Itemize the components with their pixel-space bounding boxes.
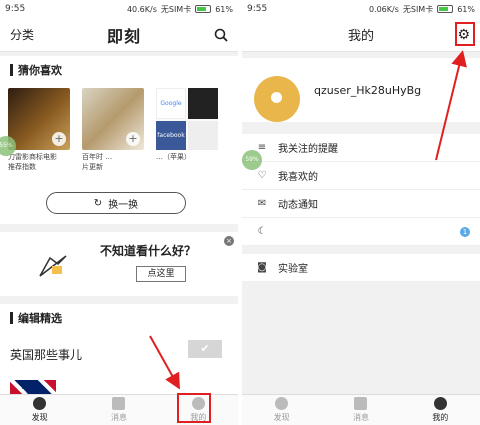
battery-icon (195, 5, 212, 13)
editor-heading: 编辑精选 (0, 304, 238, 332)
status-time: 9:55 (5, 4, 26, 14)
avatar[interactable] (254, 76, 300, 122)
subscribe-icon[interactable]: + (126, 132, 140, 146)
heart-icon: ♡ (257, 170, 267, 181)
floating-progress[interactable]: 59% (242, 150, 262, 170)
menu-list-2: ◙ 实验室 (242, 254, 480, 282)
app-logo: 即刻 (107, 26, 142, 46)
message-icon (112, 397, 126, 410)
menu-item-likes[interactable]: ♡ 我喜欢的 (242, 162, 480, 190)
refresh-icon: ↻ (93, 197, 103, 209)
robot-icon: ◙ (257, 262, 267, 273)
menu-list: ≡ 我关注的提醒 ♡ 我喜欢的 ✉ 动态通知 ☾ 1 (242, 134, 480, 246)
moon-icon: ☾ (257, 226, 267, 237)
person-icon (433, 397, 447, 410)
status-time: 9:55 (247, 4, 268, 14)
sim-status: 无SIM卡 (402, 4, 434, 14)
gear-icon[interactable]: ⚙ (457, 27, 470, 43)
status-bar: 9:55 0.06K/s 无SIM卡 61% (242, 0, 480, 18)
compass-icon (33, 397, 47, 410)
subscribe-icon[interactable]: + (52, 132, 66, 146)
editor-item-title: 英国那些事儿 (10, 348, 83, 362)
item-image: Google facebook (156, 88, 218, 150)
mail-icon: ✉ (257, 198, 267, 209)
count-badge: 1 (460, 226, 470, 237)
click-here-button[interactable]: 点这里 (136, 266, 186, 282)
guess-item[interactable]: + 刀雷影商标电影 推荐指数 (8, 88, 70, 172)
page-title: 我的 (347, 29, 374, 44)
apple-logo (188, 88, 218, 119)
category-button[interactable]: 分类 (10, 26, 34, 43)
tab-mine[interactable]: 我的 (401, 395, 480, 425)
check-icon[interactable]: ✔ (188, 340, 222, 358)
network-speed: 40.6K/s (126, 4, 157, 14)
guess-item[interactable]: Google facebook …（苹果） (156, 88, 218, 172)
menu-item-reminders[interactable]: ≡ 我关注的提醒 (242, 134, 480, 162)
tab-bar: 发现 消息 我的 (242, 394, 480, 425)
menu-item-lab[interactable]: ◙ 实验室 (242, 254, 480, 282)
recommend-banner: 不知道看什么好？ 点这里 × (0, 232, 238, 296)
uk-flag-image (10, 380, 56, 394)
chair-illustration-icon (39, 255, 67, 277)
status-bar: 9:55 40.6K/s 无SIM卡 61% (0, 0, 238, 18)
compass-icon (275, 397, 289, 410)
tab-discover[interactable]: 发现 (242, 395, 321, 425)
guess-section: + 刀雷影商标电影 推荐指数 + 百年时 … 片更新 Google facebo… (0, 84, 238, 224)
item-image: + (8, 88, 70, 150)
tab-mine-highlight (177, 393, 211, 423)
username: qzuser_Hk28uHyBg (314, 84, 422, 97)
sim-status: 无SIM卡 (160, 4, 192, 14)
message-icon (354, 397, 368, 410)
profile-card[interactable]: qzuser_Hk28uHyBg (242, 58, 480, 122)
tab-discover[interactable]: 发现 (0, 395, 79, 425)
banner-question: 不知道看什么好？ (100, 244, 197, 258)
top-bar: 我的 ⚙ (242, 18, 480, 52)
editor-item[interactable]: 英国那些事儿 ✔ (0, 332, 238, 394)
menu-item-notifications[interactable]: ✉ 动态通知 (242, 190, 480, 218)
top-bar: 分类 即刻 (0, 18, 238, 52)
guess-item[interactable]: + 百年时 … 片更新 (82, 88, 144, 172)
left-screen: 9:55 40.6K/s 无SIM卡 61% 分类 即刻 猜你喜欢 + 刀雷影商… (0, 0, 238, 425)
guess-heading: 猜你喜欢 (0, 56, 238, 84)
item-image: + (82, 88, 144, 150)
battery-icon (437, 5, 454, 13)
battery-level: 61% (457, 4, 475, 14)
tab-messages[interactable]: 消息 (321, 395, 400, 425)
battery-level: 61% (215, 4, 233, 14)
refresh-button[interactable]: ↻ 换一换 (46, 192, 186, 214)
right-screen: 9:55 0.06K/s 无SIM卡 61% 我的 ⚙ qzuser_Hk28u… (242, 0, 480, 425)
close-icon[interactable]: × (224, 236, 234, 246)
network-speed: 0.06K/s (368, 4, 399, 14)
menu-item-night[interactable]: ☾ 1 (242, 218, 480, 246)
search-icon[interactable] (214, 28, 228, 42)
tab-messages[interactable]: 消息 (79, 395, 158, 425)
